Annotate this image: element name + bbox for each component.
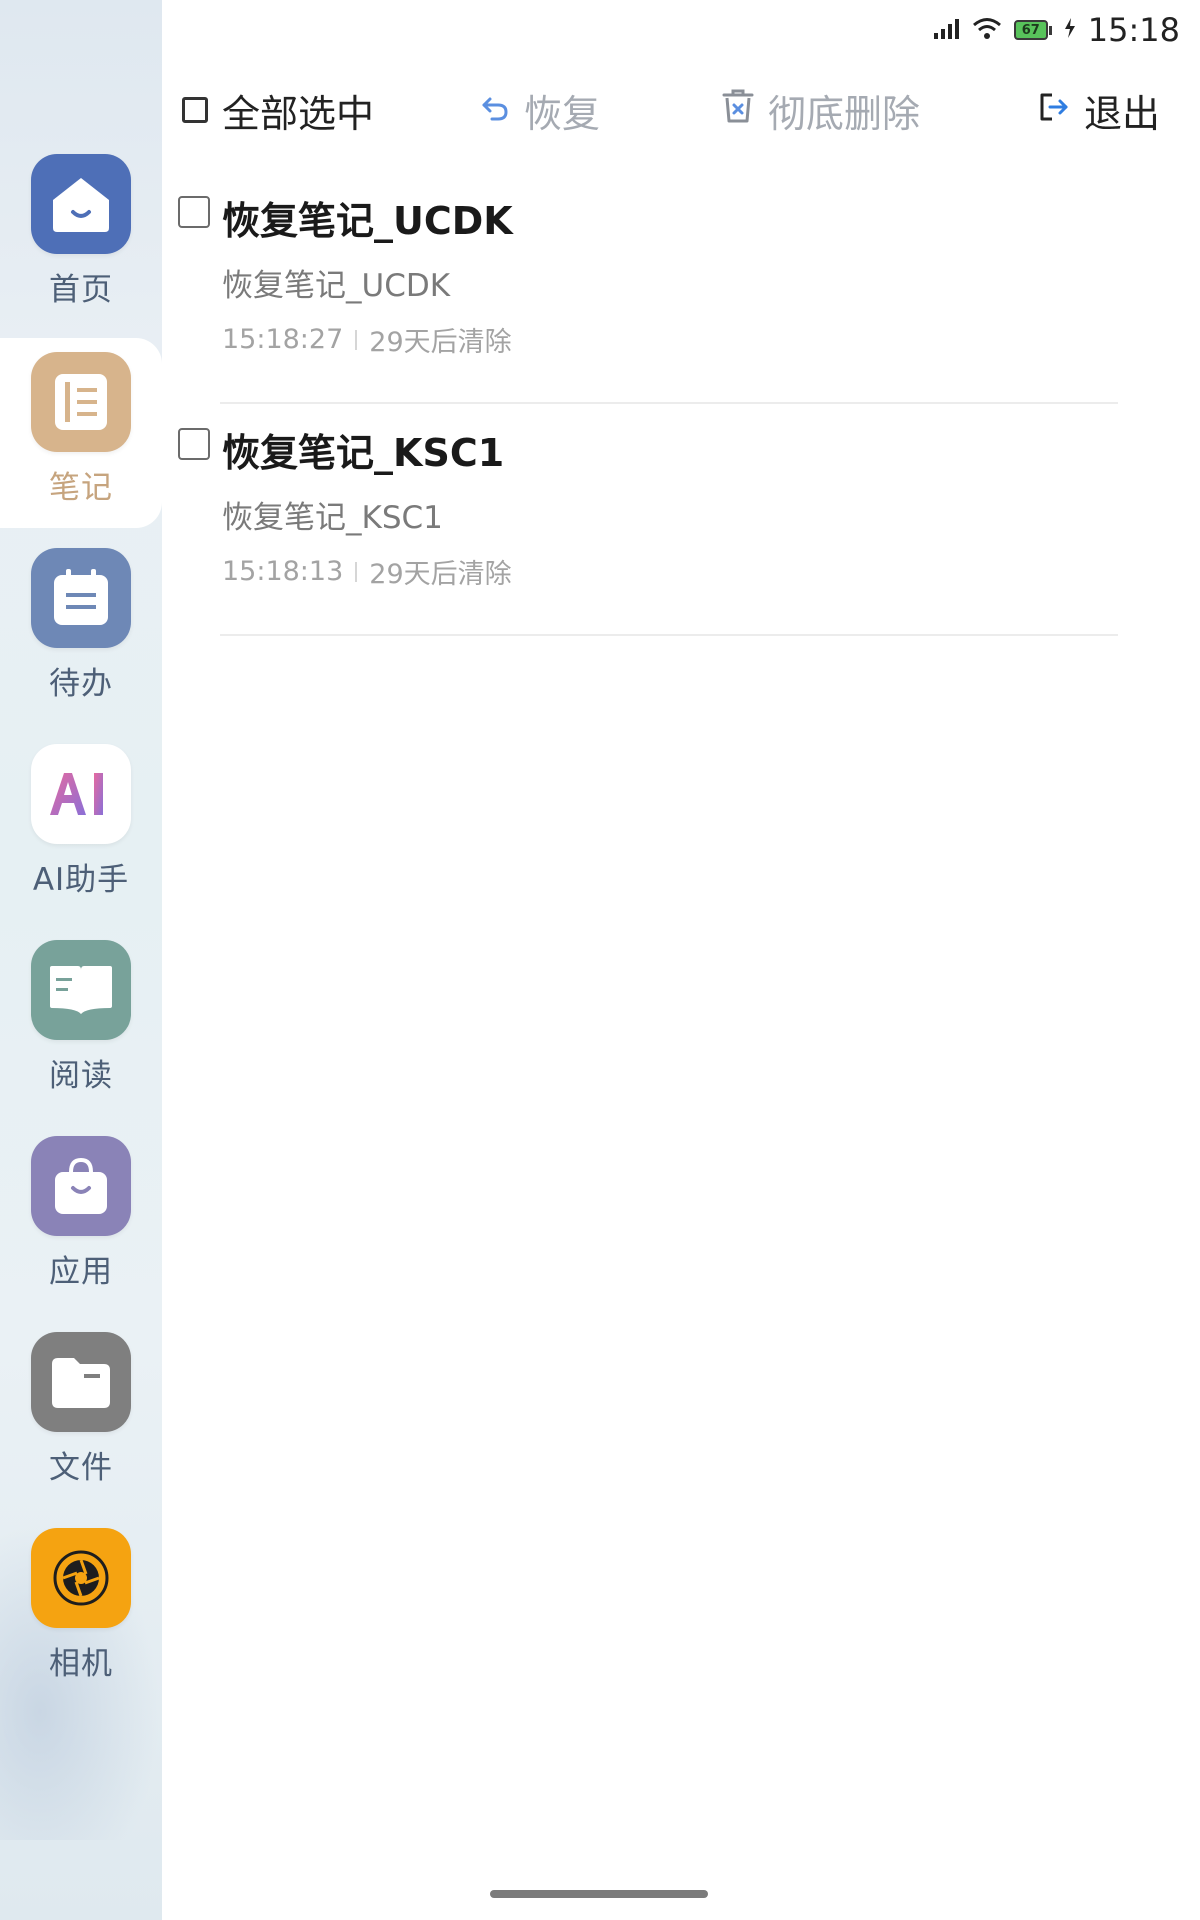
- sidebar-item-label: 首页: [49, 272, 113, 308]
- ai-icon: [31, 744, 131, 844]
- camera-icon: [31, 1528, 131, 1628]
- note-preview: 恢复笔记_UCDK: [222, 268, 451, 304]
- sidebar-item-home[interactable]: 首页: [0, 140, 162, 330]
- toolbar: 全部选中 恢复 彻底删除 退出: [162, 70, 1200, 150]
- sidebar-item-label: 文件: [49, 1450, 113, 1486]
- sidebar-item-files[interactable]: 文件: [0, 1318, 162, 1508]
- sidebar-item-camera[interactable]: 相机: [0, 1514, 162, 1704]
- select-all-button[interactable]: 全部选中: [182, 70, 374, 150]
- calendar-icon: [31, 548, 131, 648]
- note-checkbox[interactable]: [178, 428, 210, 460]
- sidebar-item-apps[interactable]: 应用: [0, 1122, 162, 1312]
- sidebar-item-label: AI助手: [32, 862, 130, 898]
- note-meta: 15:18:27 29天后清除: [222, 320, 512, 359]
- bag-icon: [31, 1136, 131, 1236]
- book-icon: [31, 940, 131, 1040]
- notebook-icon: [31, 352, 131, 452]
- note-time: 15:18:13: [222, 556, 344, 587]
- list-item[interactable]: 恢复笔记_KSC1 恢复笔记_KSC1 15:18:13 29天后清除: [162, 404, 1200, 636]
- battery-icon: 67: [1013, 20, 1052, 40]
- note-title[interactable]: 恢复笔记_KSC1: [222, 422, 504, 477]
- delete-forever-button[interactable]: 彻底删除: [722, 70, 920, 150]
- battery-level: 67: [1013, 20, 1048, 40]
- divider: [220, 634, 1118, 636]
- note-time: 15:18:27: [222, 324, 344, 355]
- exit-button[interactable]: 退出: [1038, 70, 1160, 150]
- checkbox-icon: [182, 97, 208, 123]
- sidebar-item-notes[interactable]: 笔记: [0, 338, 162, 528]
- sidebar: 首页 笔记 待办 AI助手 阅读 应用 文件 相机: [0, 0, 162, 1920]
- restore-button[interactable]: 恢复: [480, 70, 600, 150]
- meta-divider: [355, 329, 358, 350]
- signal-icon: [933, 17, 960, 43]
- sidebar-item-todo[interactable]: 待办: [0, 534, 162, 724]
- status-time: 15:18: [1087, 11, 1180, 49]
- exit-icon: [1038, 88, 1070, 132]
- folder-icon: [31, 1332, 131, 1432]
- note-preview: 恢复笔记_KSC1: [222, 500, 443, 536]
- sidebar-item-label: 应用: [49, 1254, 113, 1290]
- restore-label: 恢复: [524, 91, 601, 136]
- delete-forever-label: 彻底删除: [768, 91, 921, 136]
- undo-icon: [480, 88, 510, 132]
- sidebar-item-label: 笔记: [49, 470, 113, 506]
- sidebar-item-label: 相机: [49, 1646, 113, 1682]
- sidebar-item-reading[interactable]: 阅读: [0, 926, 162, 1116]
- meta-divider: [355, 561, 358, 582]
- home-icon: [31, 154, 131, 254]
- status-bar: 67 15:18: [933, 8, 1180, 52]
- list-item[interactable]: 恢复笔记_UCDK 恢复笔记_UCDK 15:18:27 29天后清除: [162, 172, 1200, 404]
- charging-icon: [1064, 18, 1076, 42]
- select-all-label: 全部选中: [222, 91, 375, 136]
- note-meta: 15:18:13 29天后清除: [222, 552, 512, 591]
- sidebar-item-label: 待办: [49, 666, 113, 702]
- note-title[interactable]: 恢复笔记_UCDK: [222, 190, 513, 245]
- exit-label: 退出: [1084, 91, 1161, 136]
- home-indicator[interactable]: [490, 1890, 708, 1898]
- trash-icon: [722, 88, 754, 133]
- wifi-icon: [972, 16, 1002, 44]
- sidebar-item-ai[interactable]: AI助手: [0, 730, 162, 920]
- note-expiry: 29天后清除: [369, 559, 512, 590]
- sidebar-item-label: 阅读: [49, 1058, 113, 1094]
- note-expiry: 29天后清除: [369, 327, 512, 358]
- note-checkbox[interactable]: [178, 196, 210, 228]
